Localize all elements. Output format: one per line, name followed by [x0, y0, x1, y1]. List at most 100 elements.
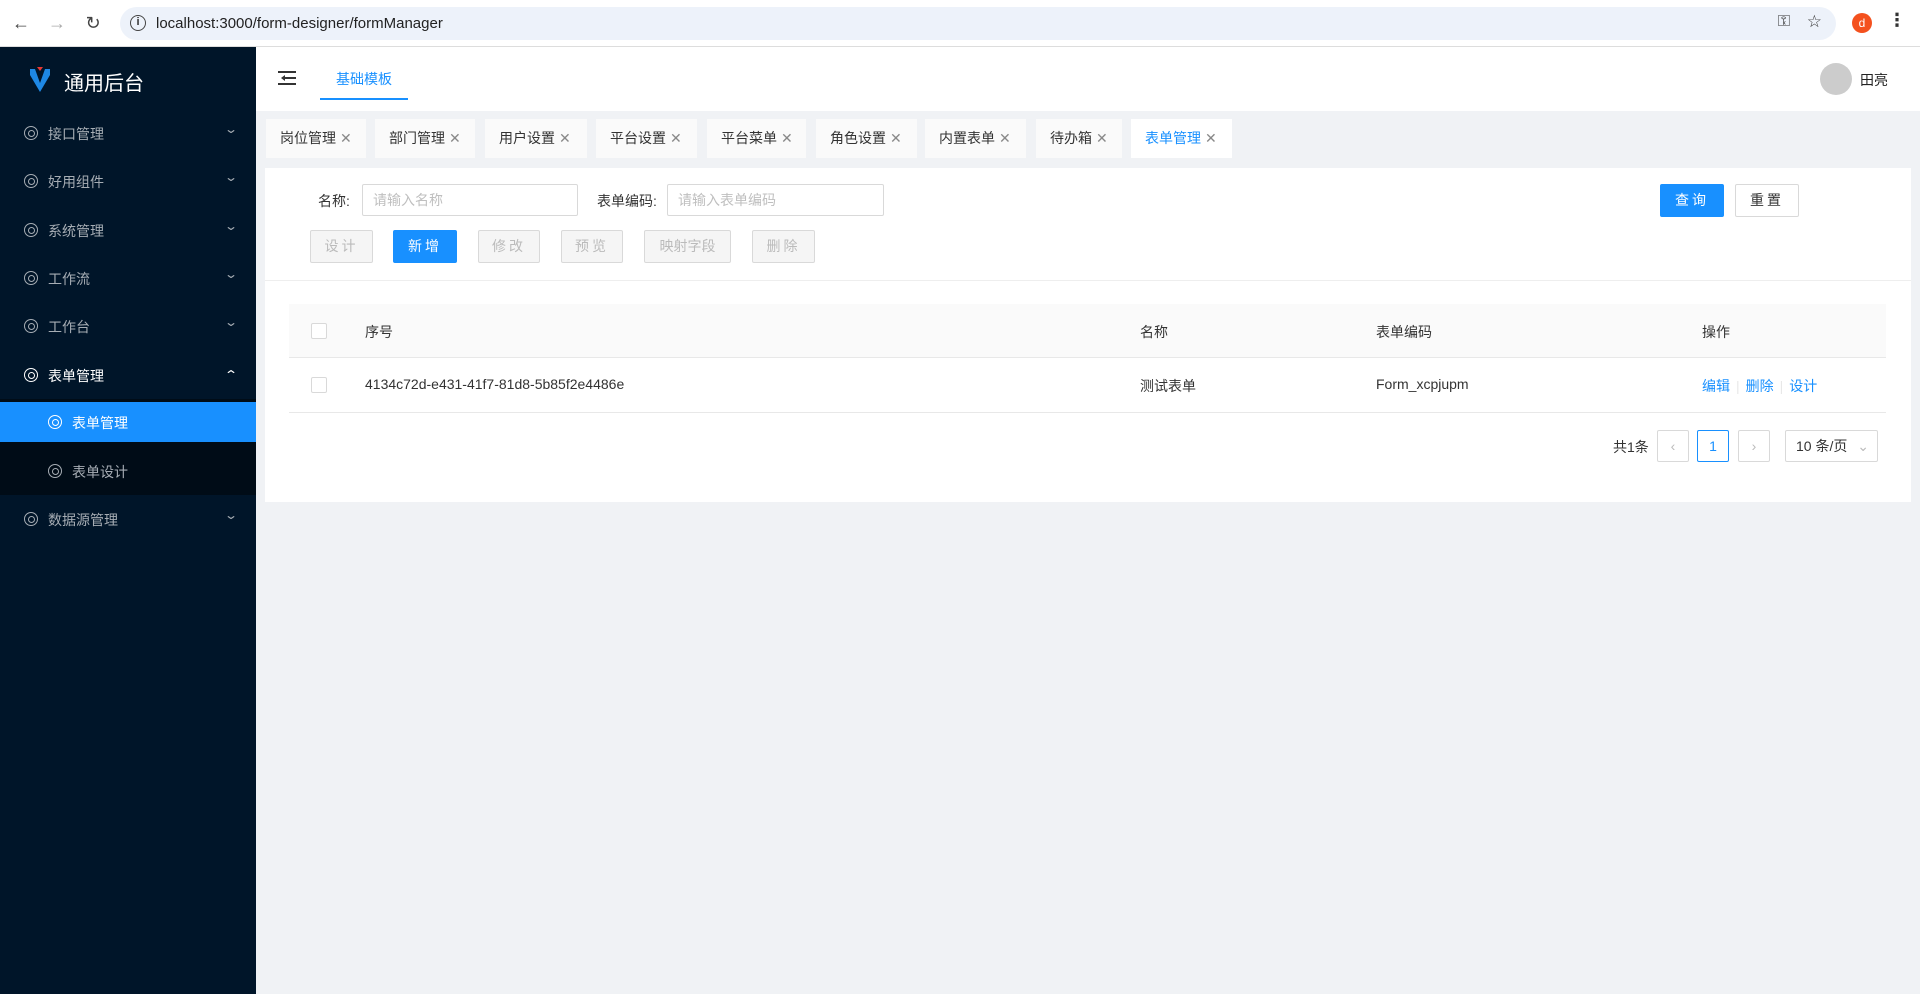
- close-icon[interactable]: ✕: [559, 130, 571, 146]
- col-id: 序号: [365, 324, 393, 340]
- menu-icon: [48, 415, 62, 429]
- sidebar-item-components[interactable]: 好用组件 ⌄: [0, 157, 256, 205]
- tab-label: 平台菜单: [721, 130, 777, 146]
- tab-label: 待办箱: [1050, 130, 1092, 146]
- sidebar-item-workflow[interactable]: 工作流 ⌄: [0, 254, 256, 302]
- sidebar-item-datasource[interactable]: 数据源管理 ⌄: [0, 495, 256, 543]
- label: 好用组件: [48, 174, 104, 190]
- pagination-total: 共1条: [1613, 439, 1649, 455]
- tab-post[interactable]: 岗位管理 ✕: [266, 119, 366, 158]
- label: 数据源管理: [48, 512, 118, 528]
- code-label: 表单编码:: [597, 193, 657, 209]
- divider: [265, 280, 1911, 281]
- label: 表单管理: [48, 368, 104, 384]
- code-input[interactable]: 请输入表单编码: [667, 184, 884, 216]
- chevron-down-icon: ⌄: [223, 508, 239, 522]
- menu-icon[interactable]: ⋮: [1888, 10, 1906, 31]
- key-icon[interactable]: ⚿: [1778, 13, 1790, 31]
- reset-button[interactable]: 重置: [1735, 184, 1799, 217]
- menu-icon: [48, 464, 62, 478]
- menu-icon: [24, 223, 38, 237]
- close-icon[interactable]: ✕: [340, 130, 352, 146]
- sidebar-item-system[interactable]: 系统管理 ⌄: [0, 206, 256, 254]
- menu-icon: [24, 126, 38, 140]
- table-row: 4134c72d-e431-41f7-81d8-5b85f2e4486e 测试表…: [289, 358, 1886, 413]
- close-icon[interactable]: ✕: [999, 130, 1011, 146]
- sidebar-item-workbench[interactable]: 工作台 ⌄: [0, 302, 256, 350]
- tab-platform-menu[interactable]: 平台菜单 ✕: [707, 119, 806, 158]
- tab-label: 用户设置: [499, 130, 555, 146]
- close-icon[interactable]: ✕: [670, 130, 682, 146]
- select-all-checkbox[interactable]: [311, 323, 327, 339]
- profile-avatar[interactable]: d: [1852, 13, 1872, 33]
- reload-icon[interactable]: ↻: [82, 12, 104, 34]
- name-input[interactable]: 请输入名称: [362, 184, 578, 216]
- star-icon[interactable]: ☆: [1807, 12, 1822, 32]
- label: 系统管理: [48, 223, 104, 239]
- sidebar-subitem-form-manager[interactable]: 表单管理: [0, 402, 256, 442]
- sidebar-subitem-form-design[interactable]: 表单设计: [0, 447, 256, 495]
- chevron-down-icon: ⌄: [223, 219, 239, 233]
- label: 工作流: [48, 271, 90, 287]
- user-name[interactable]: 田亮: [1860, 70, 1888, 90]
- label: 表单管理: [72, 415, 128, 431]
- sidebar-item-form-management[interactable]: 表单管理 ⌃: [0, 351, 256, 399]
- tab-dept[interactable]: 部门管理 ✕: [375, 119, 475, 158]
- delete-button[interactable]: 删除: [752, 230, 815, 263]
- tab-todo[interactable]: 待办箱 ✕: [1036, 119, 1122, 158]
- row-design-link[interactable]: 设计: [1789, 378, 1817, 394]
- sidebar-item-api[interactable]: 接口管理 ⌄: [0, 109, 256, 157]
- address-bar[interactable]: i localhost:3000/form-designer/formManag…: [120, 7, 1836, 40]
- col-name: 名称: [1140, 324, 1168, 340]
- avatar[interactable]: [1820, 63, 1852, 95]
- back-icon[interactable]: ←: [10, 12, 32, 34]
- sidebar: 通用后台 接口管理 ⌄ 好用组件 ⌄ 系统管理 ⌄ 工作流 ⌄ 工作台 ⌄ 表单管理 ⌃ 表…: [0, 47, 256, 994]
- chevron-down-icon: ⌄: [223, 122, 239, 136]
- col-code: 表单编码: [1376, 324, 1432, 340]
- page-size-value: 10 条/页: [1796, 438, 1848, 454]
- close-icon[interactable]: ✕: [1205, 130, 1217, 146]
- design-button[interactable]: 设计: [310, 230, 373, 263]
- query-button[interactable]: 查询: [1660, 184, 1724, 217]
- site-info-icon[interactable]: i: [130, 15, 146, 31]
- row-delete-link[interactable]: 删除: [1746, 378, 1774, 394]
- tab-role[interactable]: 角色设置 ✕: [816, 119, 917, 158]
- header: 基础模板 田亮: [256, 47, 1920, 111]
- forward-icon[interactable]: →: [46, 12, 68, 34]
- menu-icon: [24, 174, 38, 188]
- page-1[interactable]: 1: [1697, 430, 1729, 462]
- menu-icon: [24, 271, 38, 285]
- tab-user[interactable]: 用户设置 ✕: [485, 119, 587, 158]
- top-tab-basic-template[interactable]: 基础模板: [320, 47, 408, 100]
- close-icon[interactable]: ✕: [449, 130, 461, 146]
- add-button[interactable]: 新增: [393, 230, 457, 263]
- prev-page-icon[interactable]: ‹: [1657, 430, 1689, 462]
- edit-button[interactable]: 修改: [478, 230, 540, 263]
- cell-actions: 编辑 | 删除 | 设计: [1702, 378, 1818, 394]
- row-edit-link[interactable]: 编辑: [1702, 378, 1730, 394]
- table-header: 序号 名称 表单编码 操作: [289, 304, 1886, 358]
- map-fields-button[interactable]: 映射字段: [644, 230, 731, 263]
- close-icon[interactable]: ✕: [1096, 130, 1108, 146]
- tab-label: 平台设置: [610, 130, 666, 146]
- tab-platform[interactable]: 平台设置 ✕: [596, 119, 697, 158]
- close-icon[interactable]: ✕: [890, 130, 902, 146]
- tab-form-manager[interactable]: 表单管理 ✕: [1131, 119, 1232, 158]
- label: 接口管理: [48, 126, 104, 142]
- row-checkbox[interactable]: [311, 377, 327, 393]
- menu-fold-icon[interactable]: [278, 71, 296, 85]
- tab-builtin-form[interactable]: 内置表单 ✕: [925, 119, 1026, 158]
- preview-button[interactable]: 预览: [561, 230, 623, 263]
- tab-label: 内置表单: [939, 130, 995, 146]
- tab-label: 岗位管理: [280, 130, 336, 146]
- chevron-down-icon: ⌄: [223, 267, 239, 281]
- close-icon[interactable]: ✕: [781, 130, 793, 146]
- brand-title: 通用后台: [64, 73, 144, 95]
- url-text[interactable]: localhost:3000/form-designer/formManager: [156, 15, 443, 32]
- cell-name: 测试表单: [1140, 378, 1196, 394]
- chevron-up-icon: ⌃: [223, 368, 239, 382]
- next-page-icon[interactable]: ›: [1738, 430, 1770, 462]
- cell-id: 4134c72d-e431-41f7-81d8-5b85f2e4486e: [365, 376, 625, 392]
- page-size-select[interactable]: 10 条/页 ⌄: [1785, 430, 1878, 462]
- browser-toolbar: ← → ↻ i localhost:3000/form-designer/for…: [0, 0, 1920, 47]
